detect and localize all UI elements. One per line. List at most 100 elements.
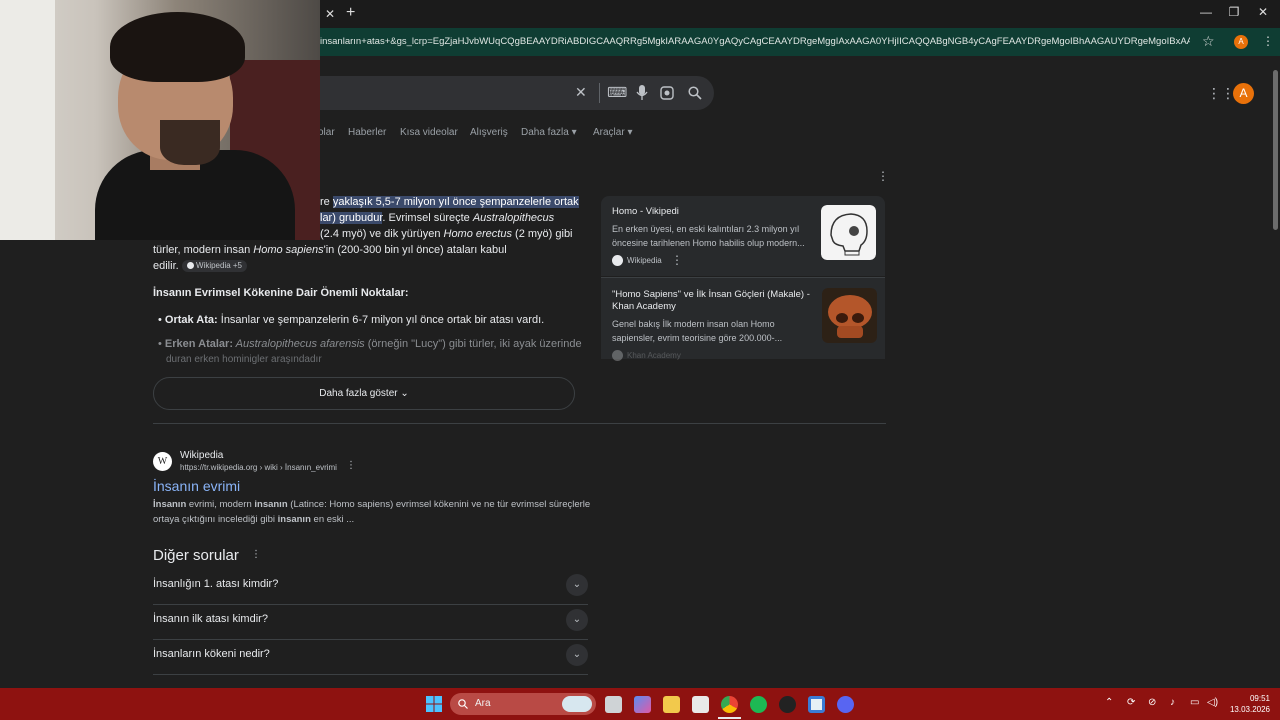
- side-card-source: Khan Academy: [627, 351, 681, 360]
- window-light: [0, 0, 55, 240]
- overview-options-icon[interactable]: ⋮: [877, 169, 889, 183]
- new-tab-button[interactable]: +: [346, 4, 355, 22]
- taskbar-clock[interactable]: 09:51 13.03.2026: [1226, 693, 1270, 715]
- source-chip[interactable]: Wikipedia +5: [181, 260, 248, 273]
- side-card-khan[interactable]: "Homo Sapiens" ve İlk İnsan Göçleri (Mak…: [601, 277, 885, 361]
- tab-short-videos[interactable]: Kısa videolar: [400, 127, 458, 138]
- overview-line-5: edilir. Wikipedia +5: [153, 258, 248, 274]
- window-close-icon[interactable]: ✕: [1253, 5, 1273, 19]
- tab-more-label: Daha fazla: [521, 127, 569, 138]
- taskbar-search[interactable]: Ara: [450, 693, 596, 715]
- result-snippet-line-2: ortaya çıktığını incelediği gibi insanın…: [153, 512, 354, 528]
- tray-chevron-up-icon[interactable]: ⌃: [1105, 697, 1113, 708]
- side-card-source: Wikipedia: [627, 256, 662, 265]
- overview-highlight-2: lar) grubudur: [320, 212, 383, 224]
- faq-item-2[interactable]: İnsanın ilk atası kimdir? ⌄: [153, 605, 588, 640]
- app-window-icon[interactable]: [808, 696, 825, 713]
- bullet-2-species: Australopithecus afarensis: [232, 338, 365, 350]
- source-chip-label: Wikipedia +5: [195, 261, 243, 271]
- search-icon[interactable]: [688, 86, 702, 100]
- snippet-bold-1: İnsanın: [153, 499, 187, 510]
- overview-text-1: re: [320, 196, 333, 208]
- file-explorer-icon[interactable]: [663, 696, 680, 713]
- microphone-icon[interactable]: [636, 85, 648, 101]
- section-divider: [153, 423, 886, 424]
- chrome-icon[interactable]: [721, 696, 738, 713]
- tray-sync-icon[interactable]: ⟳: [1127, 697, 1135, 708]
- tray-network-icon[interactable]: ▭: [1190, 697, 1199, 708]
- overview-line-3: (2.4 myö) ve dik yürüyen Homo erectus (2…: [320, 226, 573, 242]
- tab-shopping[interactable]: Alışveriş: [470, 127, 508, 138]
- tray-volume-icon[interactable]: ◁): [1207, 697, 1218, 708]
- side-card-title: Homo - Vikipedi: [612, 206, 679, 217]
- chevron-down-icon[interactable]: ⌄: [566, 574, 588, 596]
- bookmark-star-icon[interactable]: ☆: [1202, 33, 1215, 50]
- tray-eye-off-icon[interactable]: ⊘: [1148, 697, 1156, 708]
- result-title-link[interactable]: İnsanın evrimi: [153, 477, 240, 495]
- wikipedia-favicon-icon: W: [153, 452, 172, 471]
- side-card-snippet-2: öncesine tarihlenen Homo habilis olup mo…: [612, 238, 805, 248]
- obs-icon[interactable]: [779, 696, 796, 713]
- overview-species-2: Homo erectus: [443, 228, 512, 240]
- lens-icon[interactable]: [660, 86, 674, 100]
- keyboard-icon[interactable]: ⌨: [607, 84, 627, 101]
- store-icon[interactable]: [692, 696, 709, 713]
- faq-question: İnsanların kökeni nedir?: [153, 648, 270, 660]
- browser-menu-icon[interactable]: ⋮: [1262, 34, 1274, 48]
- faq-question: İnsanın ilk atası kimdir?: [153, 613, 268, 625]
- bullet-1-text: İnsanlar ve şempanzelerin 6-7 milyon yıl…: [217, 314, 545, 326]
- page-scrollbar[interactable]: [1270, 56, 1280, 688]
- other-questions-options-icon[interactable]: ⋮: [251, 549, 261, 560]
- result-url[interactable]: https://tr.wikipedia.org › wiki › İnsanı…: [180, 460, 337, 476]
- account-avatar[interactable]: A: [1233, 83, 1254, 104]
- side-card-wikipedia[interactable]: Homo - Vikipedi En erken üyesi, en eski …: [601, 196, 885, 276]
- chevron-down-icon[interactable]: ⌄: [566, 644, 588, 666]
- faq-item-1[interactable]: İnsanlığın 1. atası kimdir? ⌄: [153, 570, 588, 605]
- search-input[interactable]: ✕ ⌨: [300, 76, 714, 110]
- discord-icon[interactable]: [837, 696, 854, 713]
- task-view-icon[interactable]: [605, 696, 622, 713]
- clock-time: 09:51: [1249, 694, 1270, 703]
- overview-species-1: Australopithecus: [472, 212, 555, 224]
- spotify-icon[interactable]: [750, 696, 767, 713]
- skull-drawing-thumbnail: [821, 205, 876, 260]
- bullet-1-label: Ortak Ata:: [164, 314, 218, 326]
- overview-species-3: Homo sapiens: [253, 244, 324, 256]
- overview-text-3b: (2 myö) gibi: [511, 228, 573, 240]
- close-tab-icon[interactable]: ✕: [322, 6, 338, 22]
- snippet-text-4: en eski ...: [310, 514, 355, 525]
- result-options-icon[interactable]: ⋮: [346, 460, 356, 471]
- copilot-icon[interactable]: [634, 696, 651, 713]
- clock-date: 13.03.2026: [1229, 705, 1270, 714]
- profile-avatar[interactable]: A: [1234, 35, 1248, 49]
- scrollbar-thumb[interactable]: [1273, 70, 1278, 230]
- tab-tools[interactable]: Araçlar ▾: [593, 127, 633, 138]
- taskbar-search-label: Ara: [475, 698, 491, 709]
- bullet-2-label: Erken Atalar:: [164, 338, 233, 350]
- windows-start-icon[interactable]: [426, 696, 442, 712]
- tab-tools-label: Araçlar: [593, 127, 625, 138]
- overview-text-4a: türler, modern insan: [153, 244, 254, 256]
- overview-highlight-1: yaklaşık 5,5-7 milyon yıl önce şempanzel…: [332, 196, 579, 208]
- tab-more[interactable]: Daha fazla ▾: [521, 127, 577, 138]
- khan-source-icon: [612, 350, 623, 361]
- restore-icon[interactable]: ❐: [1224, 5, 1244, 19]
- faq-question: İnsanlığın 1. atası kimdir?: [153, 578, 279, 590]
- side-card-options-icon[interactable]: ⋮: [671, 253, 683, 267]
- side-card-title-1: "Homo Sapiens" ve İlk İnsan Göçleri (Mak…: [612, 289, 810, 300]
- tab-videos[interactable]: olar: [318, 127, 335, 138]
- minimize-icon[interactable]: —: [1196, 5, 1216, 19]
- clear-search-icon[interactable]: ✕: [575, 84, 587, 101]
- overview-text-4b: 'in (200-300 bin yıl önce) ataları kabul: [323, 244, 507, 256]
- faq-item-3[interactable]: İnsanların kökeni nedir? ⌄: [153, 640, 588, 675]
- tray-mic-icon[interactable]: ♪: [1170, 697, 1175, 708]
- active-app-indicator: [718, 717, 741, 719]
- hair: [110, 12, 245, 82]
- show-more-button[interactable]: Daha fazla göster ⌄: [153, 377, 575, 410]
- tab-news[interactable]: Haberler: [348, 127, 386, 138]
- overview-line-4: türler, modern insan Homo sapiens'in (20…: [153, 242, 507, 258]
- chevron-down-icon[interactable]: ⌄: [566, 609, 588, 631]
- search-divider: [599, 83, 600, 103]
- result-snippet-line-1: İnsanın evrimi, modern insanın (Latince:…: [153, 497, 590, 513]
- url-field[interactable]: insanların+atas+&gs_lcrp=EgZjaHJvbWUqCQg…: [320, 36, 1190, 47]
